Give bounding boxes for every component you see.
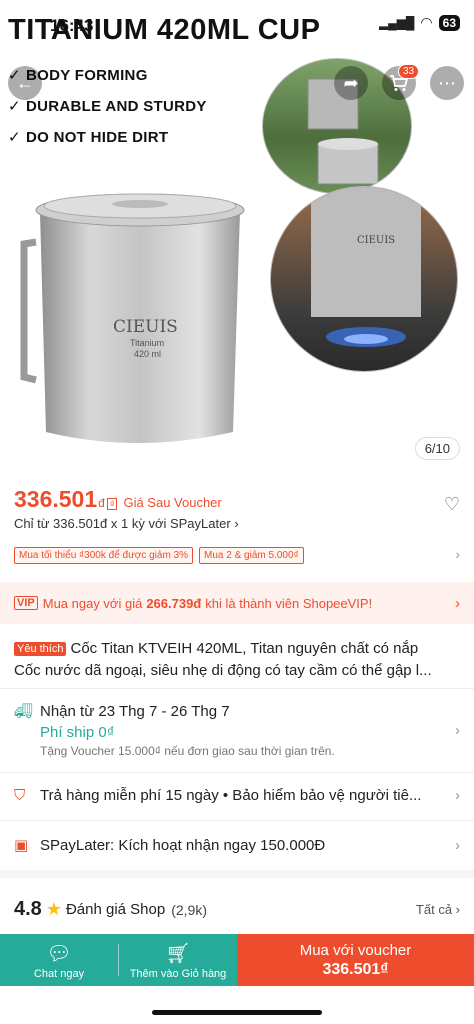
shop-rating: 4.8 ★ Đánh giá Shop (2,9k): [14, 898, 207, 921]
add-to-cart-button[interactable]: 🛒︎ Thêm vào Giỏ hàng: [119, 934, 237, 986]
chevron-right-icon[interactable]: ›: [455, 546, 460, 562]
bottom-action-bar: 💬︎ Chat ngay 🛒︎ Thêm vào Giỏ hàng Mua vớ…: [0, 934, 474, 986]
returns-text: Trả hàng miễn phí 15 ngày • Bảo hiểm bảo…: [40, 787, 422, 804]
svg-text:CIEUIS: CIEUIS: [357, 235, 395, 246]
truck-icon: 🚚︎: [14, 703, 34, 720]
spaylater-installment[interactable]: Chỉ từ 336.501đ x 1 kỳ với SPayLater ›: [14, 516, 239, 531]
rating-count: (2,9k): [171, 901, 207, 918]
more-options-button[interactable]: ⋯: [430, 66, 464, 100]
cart-badge: 33: [398, 64, 420, 79]
arrow-left-icon: ←: [16, 72, 34, 93]
rating-label: Đánh giá Shop: [65, 901, 166, 918]
share-icon: ➦: [343, 72, 359, 93]
svg-text:420 ml: 420 ml: [134, 349, 161, 359]
svg-text:Titanium: Titanium: [130, 338, 164, 348]
shield-icon: ⛉: [14, 787, 26, 804]
shipping-row[interactable]: 🚚︎ Nhận từ 23 Thg 7 - 26 Thg 7 ›: [14, 702, 460, 740]
star-icon: ★: [45, 899, 62, 919]
voucher-icon: ₫: [106, 498, 118, 510]
status-time: 16:43: [50, 16, 94, 35]
vip-price: 266.739đ: [146, 595, 202, 611]
home-indicator: [152, 1010, 322, 1015]
chevron-right-icon: ›: [455, 787, 460, 804]
product-title: Yêu thích Cốc Titan KTVEIH 420ML, Titan n…: [14, 640, 432, 679]
price: 336.501: [14, 486, 98, 512]
favorite-heart-icon[interactable]: ♡: [444, 494, 460, 515]
returns-row[interactable]: ⛉ Trả hàng miễn phí 15 ngày • Bảo hiểm b…: [14, 787, 460, 804]
wifi-icon: ◠: [420, 14, 433, 30]
signal-icon: ▂▄▆█: [378, 15, 415, 30]
share-button[interactable]: ➦: [334, 66, 368, 100]
see-all-link[interactable]: Tất cả ›: [416, 902, 460, 917]
discount-chip[interactable]: Mua tối thiểu ₫300k để được giảm 3%: [14, 547, 194, 564]
status-icons: ▂▄▆█ ◠ 63: [379, 14, 460, 31]
check-icon: ✓: [8, 129, 21, 146]
battery-indicator: 63: [438, 14, 460, 31]
feature-2: ✓ DURABLE AND STURDY: [8, 98, 207, 115]
discount-chip[interactable]: Mua 2 & giảm 5.000₫: [199, 547, 304, 564]
wallet-icon: ▣: [14, 837, 29, 854]
back-button[interactable]: ←: [8, 66, 42, 100]
chat-button[interactable]: 💬︎ Chat ngay: [0, 934, 118, 986]
cup-image: CIEUIS Titanium 420 ml: [20, 193, 245, 443]
more-dots-icon: ⋯: [438, 72, 456, 93]
free-shipping: Phí ship 0₫: [40, 724, 115, 741]
price-unit: đ: [98, 496, 105, 510]
chat-icon: 💬︎: [46, 942, 72, 965]
chevron-right-icon: ›: [455, 836, 460, 854]
cup-brand: CIEUIS: [113, 317, 178, 337]
spaylater-text: SPayLater: Kích hoạt nhận ngay 150.000Đ: [40, 836, 326, 854]
chevron-right-icon: ›: [455, 594, 460, 612]
shopee-vip-banner[interactable]: VIP Mua ngay với giá 266.739đ khi là thà…: [0, 582, 474, 624]
price-note: Giá Sau Voucher: [123, 495, 222, 510]
shipping-note: Tặng Voucher 15.000₫ nếu đơn giao sau th…: [40, 744, 335, 758]
shipping-date: Nhận từ 23 Thg 7 - 26 Thg 7: [40, 702, 230, 720]
spaylater-row[interactable]: ▣ SPayLater: Kích hoạt nhận ngay 150.000…: [14, 836, 460, 855]
favorite-badge: Yêu thích: [14, 642, 67, 656]
chevron-right-icon: ›: [455, 722, 460, 739]
cart-plus-icon: 🛒︎: [165, 942, 191, 965]
discount-chips[interactable]: Mua tối thiểu ₫300k để được giảm 3% Mua …: [14, 547, 304, 564]
buy-with-voucher-button[interactable]: Mua với voucher 336.501₫: [237, 934, 474, 986]
vip-icon: VIP: [14, 596, 38, 610]
price-row: 336.501 đ ₫ Giá Sau Voucher: [14, 486, 222, 513]
usage-photo-2: CIEUIS: [270, 186, 458, 372]
image-counter: 6/10: [414, 437, 460, 460]
rating-score: 4.8: [14, 898, 42, 920]
feature-3: ✓ DO NOT HIDE DIRT: [8, 129, 169, 146]
